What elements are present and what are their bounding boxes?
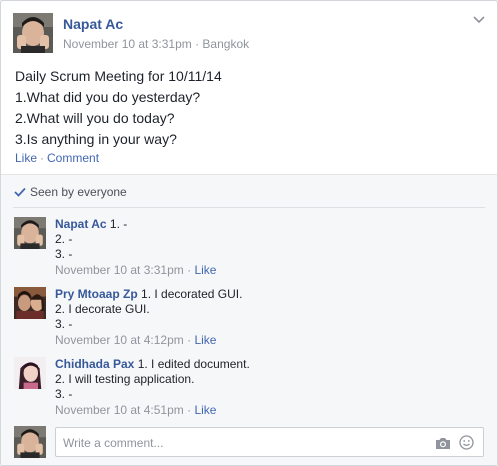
comment-meta: November 10 at 4:51pm · Like: [55, 403, 250, 418]
action-separator: ·: [40, 151, 45, 165]
comment-line: 3. -: [55, 387, 73, 401]
comment-button[interactable]: Comment: [47, 151, 99, 165]
comment-placeholder: Write a comment...: [63, 436, 164, 450]
comment-line: 2. I decorate GUI.: [55, 302, 150, 316]
post-actions: Like · Comment: [15, 151, 99, 165]
comment-line: 1. I decorated GUI.: [141, 287, 243, 301]
chevron-down-icon[interactable]: [473, 15, 485, 25]
comment-meta: November 10 at 4:12pm · Like: [55, 333, 242, 348]
comment-like-button[interactable]: Like: [194, 403, 216, 417]
commenter-name[interactable]: Napat Ac: [55, 217, 107, 231]
seen-label: Seen by everyone: [30, 185, 127, 199]
commenter-name[interactable]: Pry Mtoaap Zp: [55, 287, 138, 301]
comment-meta: November 10 at 3:31pm · Like: [55, 263, 216, 278]
divider: [13, 207, 485, 208]
commenter-name[interactable]: Chidhada Pax: [55, 357, 134, 371]
commenter-avatar[interactable]: [14, 357, 46, 389]
comment-line: 2. -: [55, 232, 73, 246]
comment-body: Chidhada Pax 1. I edited document. 2. I …: [55, 357, 250, 418]
comment-line: 3. -: [55, 317, 73, 331]
post-card: Napat Ac November 10 at 3:31pm · Bangkok…: [0, 0, 498, 466]
checkmark-icon: [14, 187, 26, 197]
author-avatar[interactable]: [13, 13, 53, 53]
comment-like-button[interactable]: Like: [194, 333, 216, 347]
comment-body: Pry Mtoaap Zp 1. I decorated GUI. 2. I d…: [55, 287, 242, 348]
post-line: 2.What will you do today?: [15, 110, 175, 126]
comments-section: Seen by everyone Napat Ac 1. - 2. - 3. -…: [1, 174, 497, 465]
comment-line: 2. I will testing application.: [55, 372, 195, 386]
post-location[interactable]: Bangkok: [202, 37, 249, 51]
post-line: Daily Scrum Meeting for 10/11/14: [15, 68, 222, 84]
comment-time[interactable]: November 10 at 3:31pm: [55, 263, 184, 277]
post-meta: November 10 at 3:31pm · Bangkok: [63, 37, 249, 51]
meta-separator: ·: [187, 263, 192, 277]
post-line: 1.What did you do yesterday?: [15, 89, 201, 105]
comment-line: 1. -: [109, 217, 128, 231]
post-timestamp[interactable]: November 10 at 3:31pm: [63, 37, 192, 51]
comment-input[interactable]: Write a comment...: [55, 427, 484, 457]
meta-separator: ·: [187, 403, 192, 417]
comment-body: Napat Ac 1. - 2. - 3. - November 10 at 3…: [55, 217, 216, 278]
comment-line: 3. -: [55, 247, 73, 261]
like-button[interactable]: Like: [15, 151, 37, 165]
post-line: 3.Is anything in your way?: [15, 131, 177, 147]
smiley-icon[interactable]: [459, 435, 474, 450]
comment-time[interactable]: November 10 at 4:51pm: [55, 403, 184, 417]
commenter-avatar[interactable]: [14, 217, 46, 249]
comment-composer: Write a comment...: [14, 426, 484, 458]
camera-icon[interactable]: [435, 436, 451, 450]
comment-like-button[interactable]: Like: [194, 263, 216, 277]
composer-avatar: [14, 426, 46, 458]
post-text: Daily Scrum Meeting for 10/11/14 1.What …: [15, 66, 222, 150]
post-author[interactable]: Napat Ac: [63, 16, 123, 32]
meta-separator: ·: [191, 37, 203, 51]
seen-indicator: Seen by everyone: [14, 185, 127, 199]
comment-line: 1. I edited document.: [137, 357, 250, 371]
comment-time[interactable]: November 10 at 4:12pm: [55, 333, 184, 347]
meta-separator: ·: [187, 333, 192, 347]
commenter-avatar[interactable]: [14, 287, 46, 319]
